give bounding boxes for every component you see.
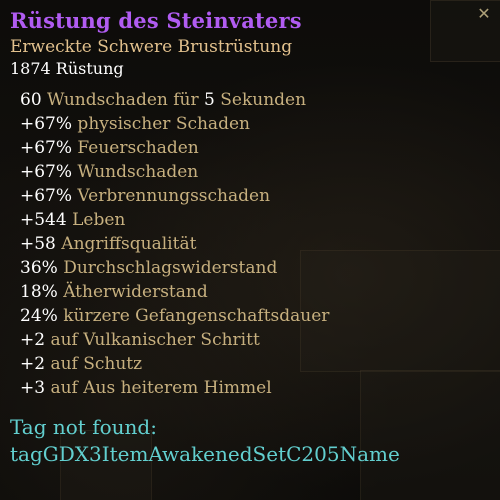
- stat-line: +2 auf Schutz: [20, 354, 143, 374]
- stat-line: +3 auf Aus heiterem Himmel: [20, 378, 272, 398]
- stat-list: 60 Wundschaden für 5 Sekunden +67% physi…: [10, 88, 490, 400]
- item-type: Erweckte Schwere Brustrüstung: [10, 37, 293, 57]
- missing-tag-key: tagGDX3ItemAwakenedSetC205Name: [10, 442, 400, 466]
- stat-line: 36% Durchschlagswiderstand: [20, 258, 278, 278]
- missing-tag-notice: Tag not found: tagGDX3ItemAwakenedSetC20…: [10, 414, 490, 468]
- stat-line: +67% physischer Schaden: [20, 114, 250, 134]
- stat-line: +67% Feuerschaden: [20, 138, 199, 158]
- missing-tag-label: Tag not found:: [10, 415, 157, 439]
- item-name: Rüstung des Steinvaters: [10, 8, 302, 33]
- armor-value: 1874 Rüstung: [10, 59, 124, 78]
- stat-line: +67% Wundschaden: [20, 162, 199, 182]
- stat-line: 24% kürzere Gefangenschaftsdauer: [20, 306, 330, 326]
- stat-line: 18% Ätherwiderstand: [20, 282, 208, 302]
- tooltip-content: Rüstung des Steinvaters Erweckte Schwere…: [10, 8, 490, 468]
- item-tooltip: ✕ Rüstung des Steinvaters Erweckte Schwe…: [0, 0, 500, 500]
- stat-line: +544 Leben: [20, 210, 126, 230]
- stat-line: 60 Wundschaden für 5 Sekunden: [20, 90, 307, 110]
- stat-line: +58 Angriffsqualität: [20, 234, 197, 254]
- stat-line: +2 auf Vulkanischer Schritt: [20, 330, 260, 350]
- stat-line: +67% Verbrennungsschaden: [20, 186, 271, 206]
